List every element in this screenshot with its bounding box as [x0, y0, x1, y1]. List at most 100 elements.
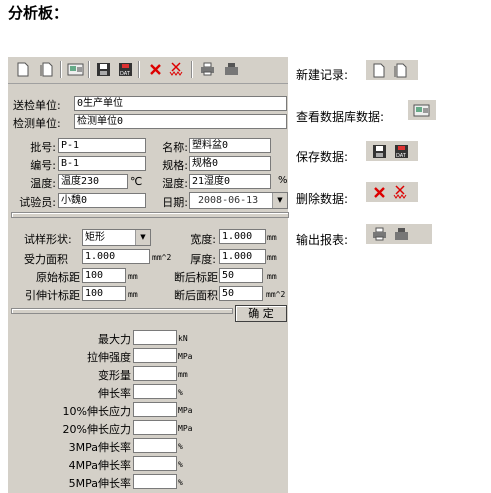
area-label: 受力面积 — [24, 253, 68, 266]
name-input[interactable]: 塑料盆0 — [189, 138, 271, 153]
area-input[interactable]: 1.000 — [82, 249, 150, 264]
database-icon[interactable] — [66, 60, 84, 78]
delete-icon — [370, 183, 388, 201]
result-label: 20%伸长应力 — [62, 423, 131, 436]
result-unit: kN — [178, 334, 188, 343]
section-divider — [11, 212, 289, 218]
break-area-unit: mm^2 — [266, 290, 286, 299]
result-label: 拉伸强度 — [87, 351, 131, 364]
area-unit: mm^2 — [152, 253, 172, 262]
code-label: 编号: — [30, 159, 56, 172]
legend-save-icons: DAT — [366, 141, 418, 161]
break-gauge-unit: mm — [267, 272, 277, 281]
orig-gauge-unit: mm — [128, 272, 138, 281]
width-label: 宽度: — [190, 233, 216, 246]
result-value[interactable] — [133, 348, 177, 363]
legend-export: 输出报表: — [296, 233, 349, 247]
result-label: 4MPa伸长率 — [68, 459, 131, 472]
spec-label: 规格: — [162, 159, 188, 172]
legend-new-icons — [366, 60, 418, 80]
date-label: 日期: — [162, 196, 188, 209]
humidity-input[interactable]: 21湿度0 — [189, 174, 271, 189]
svg-text:DAT: DAT — [396, 153, 407, 159]
delete-all-icon[interactable] — [168, 60, 186, 78]
shape-label: 试样形状: — [24, 233, 72, 246]
result-unit: % — [178, 460, 183, 469]
legend-export-icons — [366, 224, 432, 244]
ext-gauge-input[interactable]: 100 — [82, 286, 126, 301]
result-unit: % — [178, 442, 183, 451]
save-icon — [370, 142, 388, 160]
result-unit: MPa — [178, 424, 193, 433]
result-unit: mm — [178, 370, 188, 379]
shape-select[interactable]: 矩形 ▼ — [82, 229, 151, 246]
width-input[interactable]: 1.000 — [219, 229, 266, 244]
section-divider — [11, 308, 233, 314]
legend-db-icons — [408, 100, 436, 120]
batch-input[interactable]: P-1 — [58, 138, 146, 153]
result-unit: MPa — [178, 406, 193, 415]
sender-input[interactable]: 0生产单位 — [74, 96, 287, 111]
result-label: 10%伸长应力 — [62, 405, 131, 418]
batch-label: 批号: — [30, 141, 56, 154]
orig-gauge-input[interactable]: 100 — [82, 268, 126, 283]
save-icon[interactable] — [94, 60, 112, 78]
sender-label: 送检单位: — [13, 99, 61, 112]
width-unit: mm — [267, 233, 277, 242]
date-picker[interactable]: 2008-06-13 ▼ — [189, 192, 288, 209]
code-input[interactable]: B-1 — [58, 156, 146, 171]
result-value[interactable] — [133, 402, 177, 417]
break-gauge-label: 断后标距 — [174, 271, 218, 284]
result-label: 最大力 — [98, 333, 131, 346]
result-label: 变形量 — [98, 369, 131, 382]
toolbar: DAT — [8, 57, 288, 84]
new-doc-icon — [370, 61, 388, 79]
export-icon[interactable] — [222, 60, 240, 78]
thickness-input[interactable]: 1.000 — [219, 249, 266, 264]
ext-gauge-unit: mm — [128, 290, 138, 299]
export-icon — [392, 225, 410, 243]
temp-input[interactable]: 温度230 — [58, 174, 128, 189]
result-value[interactable] — [133, 420, 177, 435]
temp-unit: ℃ — [130, 175, 143, 188]
result-label: 5MPa伸长率 — [68, 477, 131, 490]
thickness-label: 厚度: — [190, 253, 216, 266]
page-title: 分析板： — [8, 4, 69, 22]
name-label: 名称: — [162, 141, 188, 154]
delete-all-icon — [392, 183, 410, 201]
result-value[interactable] — [133, 474, 177, 489]
result-value[interactable] — [133, 438, 177, 453]
thickness-unit: mm — [267, 253, 277, 262]
spec-input[interactable]: 规格0 — [189, 156, 271, 171]
new-doc-icon[interactable] — [14, 60, 32, 78]
print-icon — [370, 225, 388, 243]
break-gauge-input[interactable]: 50 — [219, 268, 263, 283]
humidity-label: 湿度: — [162, 177, 188, 190]
copy-doc-icon[interactable] — [38, 60, 56, 78]
result-unit: % — [178, 388, 183, 397]
operator-input[interactable]: 小魏0 — [58, 193, 146, 208]
break-area-input[interactable]: 50 — [219, 286, 263, 301]
date-value: 2008-06-13 — [198, 195, 259, 206]
chevron-down-icon[interactable]: ▼ — [135, 230, 150, 245]
shape-value: 矩形 — [85, 232, 105, 243]
ext-gauge-label: 引伸计标距 — [25, 289, 80, 302]
operator-label: 试验员: — [19, 196, 56, 209]
result-value[interactable] — [133, 330, 177, 345]
chevron-down-icon[interactable]: ▼ — [272, 193, 287, 208]
result-value[interactable] — [133, 366, 177, 381]
result-value[interactable] — [133, 384, 177, 399]
svg-text:DAT: DAT — [120, 71, 131, 77]
orig-gauge-label: 原始标距 — [36, 271, 80, 284]
result-unit: MPa — [178, 352, 193, 361]
legend-delete: 删除数据: — [296, 192, 349, 206]
tester-input[interactable]: 检测单位0 — [74, 114, 287, 129]
print-icon[interactable] — [198, 60, 216, 78]
save-dat-icon[interactable]: DAT — [116, 60, 134, 78]
legend-save: 保存数据: — [296, 150, 349, 164]
result-value[interactable] — [133, 456, 177, 471]
result-label: 伸长率 — [98, 387, 131, 400]
delete-icon[interactable] — [146, 60, 164, 78]
result-unit: % — [178, 478, 183, 487]
confirm-button[interactable]: 确 定 — [235, 305, 287, 322]
